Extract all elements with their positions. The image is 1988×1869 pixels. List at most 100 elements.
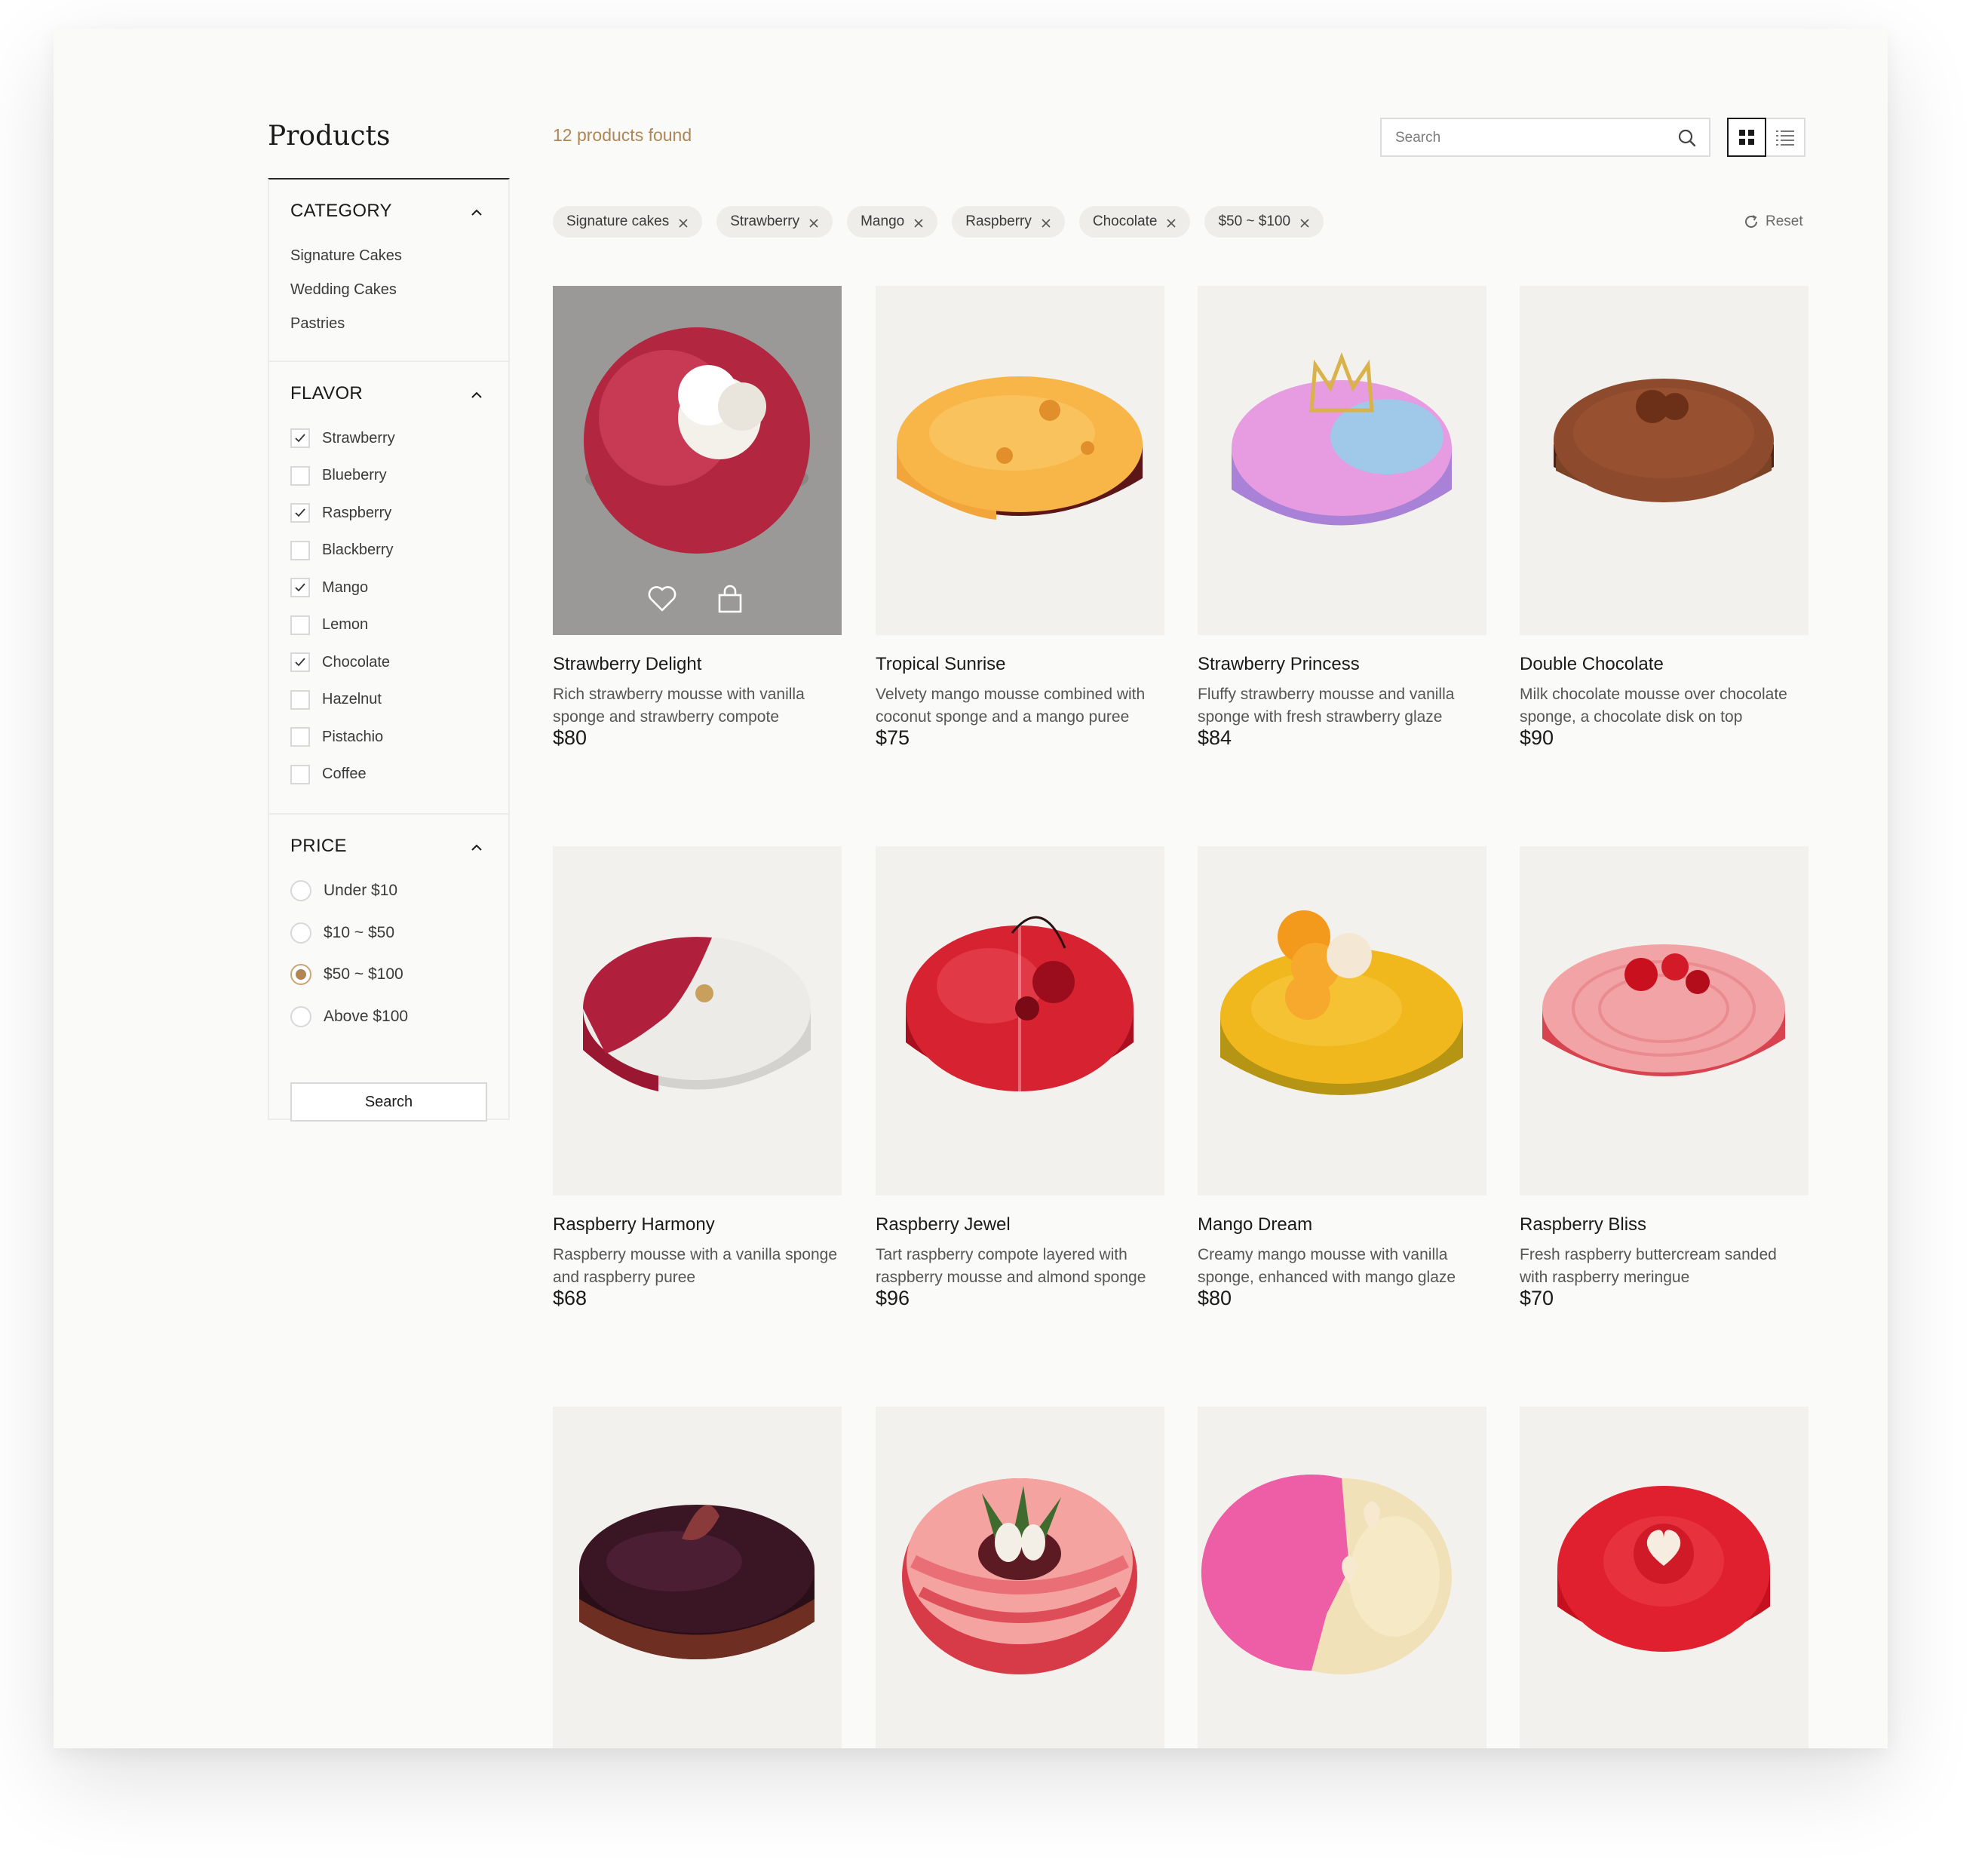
- filter-chip[interactable]: $50 ~ $100: [1204, 206, 1324, 238]
- product-card[interactable]: Double Chocolate Milk chocolate mousse ov…: [1520, 286, 1809, 749]
- flavor-checkbox[interactable]: [290, 689, 310, 710]
- flavor-option-blueberry[interactable]: Blueberry: [290, 465, 387, 487]
- quick-actions: [553, 582, 842, 619]
- price-option[interactable]: $50 ~ $100: [290, 963, 403, 986]
- product-card[interactable]: Raspberry Jewel Tart raspberry compote la…: [876, 846, 1164, 1309]
- chevron-up-icon[interactable]: [471, 207, 483, 219]
- product-image[interactable]: [1198, 1407, 1486, 1748]
- product-name[interactable]: Strawberry Princess: [1198, 654, 1360, 675]
- flavor-checkbox[interactable]: [290, 578, 310, 597]
- product-image[interactable]: [1198, 846, 1486, 1195]
- chevron-up-icon[interactable]: [471, 842, 483, 854]
- product-price: $80: [1198, 1287, 1232, 1309]
- flavor-checkbox[interactable]: [290, 540, 310, 560]
- heart-icon[interactable]: [645, 582, 680, 616]
- filter-chip[interactable]: Signature cakes: [553, 206, 703, 238]
- flavor-checkbox[interactable]: [290, 503, 310, 523]
- product-card[interactable]: Raspberry Harmony Raspberry mousse with a…: [553, 846, 842, 1309]
- list-view-button[interactable]: [1766, 118, 1805, 157]
- product-card[interactable]: [1198, 1407, 1486, 1748]
- flavor-option-raspberry[interactable]: Raspberry: [290, 502, 391, 524]
- product-card[interactable]: Tropical Sunrise Velvety mango mousse com…: [876, 286, 1164, 749]
- reset-filters-button[interactable]: Reset: [1743, 213, 1803, 230]
- flavor-option-hazelnut[interactable]: Hazelnut: [290, 689, 382, 711]
- flavor-option-blackberry[interactable]: Blackberry: [290, 539, 393, 562]
- product-card[interactable]: Raspberry Bliss Fresh raspberry buttercre…: [1520, 846, 1809, 1309]
- product-name[interactable]: Double Chocolate: [1520, 654, 1664, 675]
- product-name[interactable]: Tropical Sunrise: [876, 654, 1006, 675]
- product-image[interactable]: [1520, 846, 1809, 1195]
- product-name[interactable]: Raspberry Jewel: [876, 1214, 1011, 1235]
- category-heading[interactable]: CATEGORY: [290, 201, 392, 222]
- close-icon[interactable]: [913, 216, 924, 228]
- product-image[interactable]: [553, 1407, 842, 1748]
- product-image[interactable]: [876, 846, 1164, 1195]
- price-radio[interactable]: [290, 880, 311, 901]
- filter-chip[interactable]: Mango: [847, 206, 938, 238]
- product-image[interactable]: [876, 286, 1164, 635]
- filter-chip[interactable]: Strawberry: [716, 206, 833, 238]
- category-link-wedding-cakes[interactable]: Wedding Cakes: [290, 281, 397, 299]
- shopping-bag-icon[interactable]: [713, 582, 747, 616]
- product-card[interactable]: Strawberry Delight Rich strawberry mousse…: [553, 286, 842, 749]
- price-option[interactable]: Under $10: [290, 879, 397, 902]
- product-card[interactable]: Strawberry Princess Fluffy strawberry mou…: [1198, 286, 1486, 749]
- close-icon[interactable]: [1299, 216, 1310, 228]
- flavor-checkbox[interactable]: [290, 428, 310, 448]
- product-card[interactable]: [553, 1407, 842, 1748]
- flavor-checkbox[interactable]: [290, 615, 310, 635]
- flavor-checkbox[interactable]: [290, 727, 310, 747]
- product-description: Raspberry mousse with a vanilla sponge a…: [553, 1246, 838, 1286]
- product-name[interactable]: Raspberry Bliss: [1520, 1214, 1646, 1235]
- product-name[interactable]: Strawberry Delight: [553, 654, 701, 675]
- flavor-checkbox[interactable]: [290, 764, 310, 784]
- product-image[interactable]: [553, 286, 842, 635]
- close-icon[interactable]: [1166, 216, 1177, 228]
- product-card[interactable]: [1520, 1407, 1809, 1748]
- flavor-checkbox[interactable]: [290, 652, 310, 672]
- product-name[interactable]: Raspberry Harmony: [553, 1214, 715, 1235]
- filter-chip[interactable]: Raspberry: [952, 206, 1065, 238]
- category-link-pastries[interactable]: Pastries: [290, 315, 345, 333]
- flavor-option-chocolate[interactable]: Chocolate: [290, 651, 390, 674]
- product-image[interactable]: [1520, 1407, 1809, 1748]
- category-link-signature-cakes[interactable]: Signature Cakes: [290, 247, 402, 265]
- search-icon[interactable]: [1677, 128, 1697, 148]
- flavor-option-mango[interactable]: Mango: [290, 576, 368, 599]
- price-option[interactable]: Above $100: [290, 1005, 408, 1028]
- flavor-checkbox[interactable]: [290, 465, 310, 486]
- product-card[interactable]: Mango Dream Creamy mango mousse with vani…: [1198, 846, 1486, 1309]
- close-icon[interactable]: [678, 216, 689, 228]
- flavor-option-lemon[interactable]: Lemon: [290, 614, 368, 637]
- close-icon[interactable]: [808, 216, 819, 228]
- close-icon[interactable]: [1041, 216, 1051, 228]
- flavor-label: Blueberry: [322, 467, 387, 483]
- product-card[interactable]: [876, 1407, 1164, 1748]
- flavor-option-coffee[interactable]: Coffee: [290, 763, 367, 786]
- cake-image: [1554, 379, 1774, 502]
- product-image[interactable]: [876, 1407, 1164, 1748]
- product-price: $84: [1198, 726, 1232, 749]
- flavor-heading[interactable]: FLAVOR: [290, 383, 363, 404]
- price-radio[interactable]: [290, 1005, 311, 1027]
- filter-chip[interactable]: Chocolate: [1078, 206, 1191, 238]
- cake-image: [1542, 944, 1785, 1076]
- chevron-up-icon[interactable]: [471, 389, 483, 401]
- filter-search-button[interactable]: Search: [290, 1082, 487, 1122]
- price-radio[interactable]: [290, 964, 311, 985]
- price-radio[interactable]: [290, 922, 311, 944]
- flavor-option-pistachio[interactable]: Pistachio: [290, 726, 383, 748]
- filter-chip-label: Raspberry: [965, 213, 1032, 229]
- price-heading[interactable]: PRICE: [290, 836, 347, 857]
- product-image[interactable]: [1198, 286, 1486, 635]
- product-name[interactable]: Mango Dream: [1198, 1214, 1312, 1235]
- product-image[interactable]: [1520, 286, 1809, 635]
- price-option[interactable]: $10 ~ $50: [290, 922, 394, 944]
- flavor-label: Lemon: [322, 616, 369, 633]
- grid-view-button[interactable]: [1727, 118, 1766, 157]
- search-input[interactable]: [1394, 119, 1661, 157]
- product-image[interactable]: [553, 846, 842, 1195]
- refresh-icon: [1745, 215, 1757, 228]
- price-label: Above $100: [324, 1007, 409, 1025]
- flavor-option-strawberry[interactable]: Strawberry: [290, 427, 395, 450]
